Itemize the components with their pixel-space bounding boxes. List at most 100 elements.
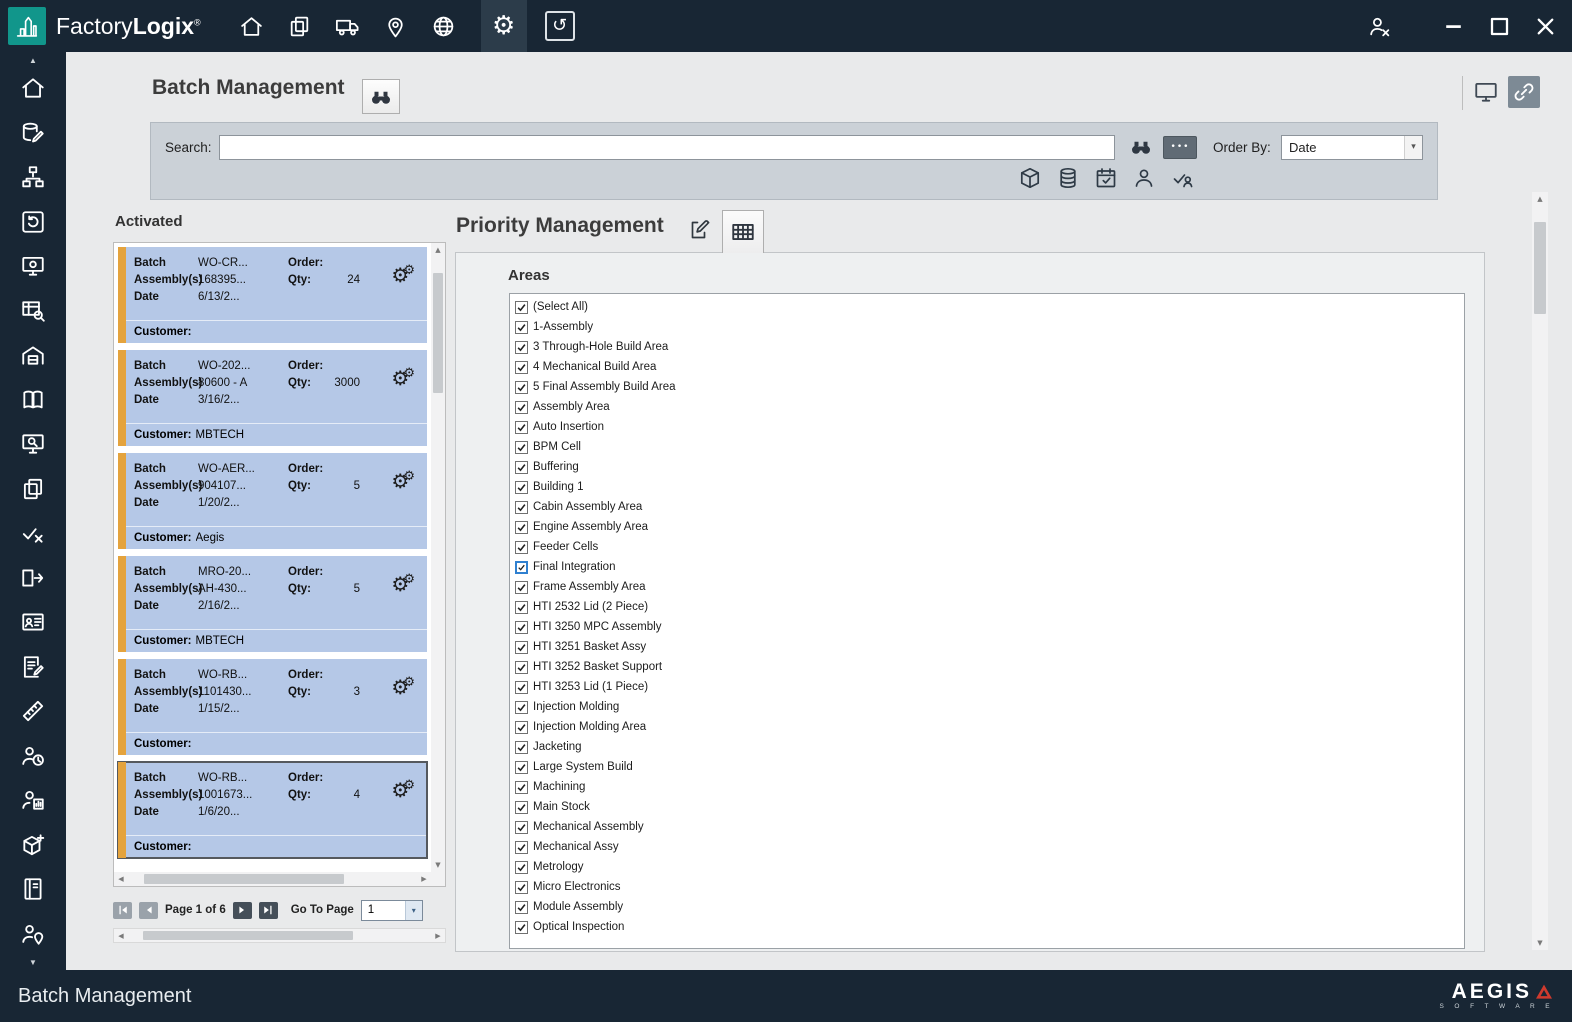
monitor-button[interactable] xyxy=(1470,76,1502,108)
checkbox-checked-icon[interactable] xyxy=(515,721,528,734)
area-row[interactable]: Module Assembly xyxy=(515,897,1464,917)
scroll-down-icon[interactable]: ▼ xyxy=(431,858,445,872)
validate-button[interactable] xyxy=(10,514,56,552)
area-row[interactable]: Frame Assembly Area xyxy=(515,577,1464,597)
pin-button[interactable] xyxy=(383,13,409,39)
scrollbar-thumb[interactable] xyxy=(433,273,443,393)
close-button[interactable] xyxy=(1532,13,1558,39)
measure-button[interactable] xyxy=(10,692,56,730)
book-button[interactable] xyxy=(10,381,56,419)
journal-button[interactable] xyxy=(10,870,56,908)
checkbox-checked-icon[interactable] xyxy=(515,301,528,314)
link-button[interactable] xyxy=(1508,76,1540,108)
checkbox-checked-icon[interactable] xyxy=(515,421,528,434)
checkbox-checked-icon[interactable] xyxy=(515,741,528,754)
checkbox-checked-icon[interactable] xyxy=(515,441,528,454)
search-input[interactable] xyxy=(219,135,1115,160)
sidebar-scroll-up-icon[interactable]: ▲ xyxy=(29,54,37,66)
checkbox-checked-icon[interactable] xyxy=(515,601,528,614)
scroll-right-icon[interactable]: ▶ xyxy=(431,929,445,942)
area-row[interactable]: 5 Final Assembly Build Area xyxy=(515,377,1464,397)
batch-gears-icon[interactable]: ⚙⚙ xyxy=(391,572,415,596)
scroll-left-icon[interactable]: ◀ xyxy=(114,872,128,886)
copy-button[interactable] xyxy=(287,13,313,39)
scroll-up-icon[interactable]: ▲ xyxy=(1532,192,1548,206)
checkbox-checked-icon[interactable] xyxy=(515,921,528,934)
area-row[interactable]: HTI 3251 Basket Assy xyxy=(515,637,1464,657)
monitor-gear-button[interactable] xyxy=(10,247,56,285)
user-remove-button[interactable] xyxy=(1366,13,1392,39)
user-location-button[interactable] xyxy=(10,915,56,953)
area-row[interactable]: 3 Through-Hole Build Area xyxy=(515,337,1464,357)
calendar-check-button[interactable] xyxy=(1093,165,1118,190)
documents-button[interactable] xyxy=(10,470,56,508)
batch-gears-icon[interactable]: ⚙⚙ xyxy=(391,366,415,390)
area-row[interactable]: BPM Cell xyxy=(515,437,1464,457)
package-add-button[interactable] xyxy=(10,826,56,864)
area-row[interactable]: Injection Molding xyxy=(515,697,1464,717)
batch-gears-icon[interactable]: ⚙⚙ xyxy=(391,469,415,493)
checkbox-checked-icon[interactable] xyxy=(515,641,528,654)
document-edit-button[interactable] xyxy=(10,648,56,686)
id-card-button[interactable] xyxy=(10,603,56,641)
batch-card[interactable]: BatchMRO-20...Order: Assembly(s)AH-430..… xyxy=(118,556,427,652)
checkbox-checked-icon[interactable] xyxy=(515,401,528,414)
search-view-tab[interactable] xyxy=(362,79,400,114)
batch-gears-icon[interactable]: ⚙⚙ xyxy=(391,675,415,699)
checkbox-checked-icon[interactable] xyxy=(515,681,528,694)
gear-button[interactable]: ⚙ xyxy=(481,0,527,52)
workflow-button[interactable] xyxy=(10,158,56,196)
checkbox-checked-icon[interactable] xyxy=(515,821,528,834)
area-row[interactable]: Buffering xyxy=(515,457,1464,477)
checkbox-checked-icon[interactable] xyxy=(515,621,528,634)
sidebar-scroll-down-icon[interactable]: ▼ xyxy=(29,956,37,968)
checkbox-checked-icon[interactable] xyxy=(515,761,528,774)
refresh-box-button[interactable] xyxy=(10,203,56,241)
batch-card[interactable]: BatchWO-RB...Order: Assembly(s)1001673..… xyxy=(118,762,427,858)
area-row[interactable]: Main Stock xyxy=(515,797,1464,817)
main-vertical-scrollbar[interactable]: ▲ ▼ xyxy=(1532,192,1548,950)
area-row[interactable]: HTI 3253 Lid (1 Piece) xyxy=(515,677,1464,697)
database-edit-button[interactable] xyxy=(10,114,56,152)
area-row[interactable]: Large System Build xyxy=(515,757,1464,777)
checkbox-checked-icon[interactable] xyxy=(515,581,528,594)
checkbox-checked-icon[interactable] xyxy=(515,481,528,494)
area-row[interactable]: Auto Insertion xyxy=(515,417,1464,437)
checkbox-checked-icon[interactable] xyxy=(515,381,528,394)
scroll-left-icon[interactable]: ◀ xyxy=(114,929,128,942)
order-by-select[interactable]: Date ▾ xyxy=(1281,135,1423,160)
minimize-button[interactable] xyxy=(1440,13,1466,39)
batch-card[interactable]: BatchWO-202...Order: Assembly(s)80600 - … xyxy=(118,350,427,446)
checkbox-checked-icon[interactable] xyxy=(515,701,528,714)
next-page-button[interactable] xyxy=(233,902,252,919)
truck-button[interactable] xyxy=(335,13,361,39)
globe-button[interactable] xyxy=(431,13,457,39)
edit-priority-button[interactable] xyxy=(688,218,714,244)
area-row[interactable]: HTI 2532 Lid (2 Piece) xyxy=(515,597,1464,617)
area-row[interactable]: HTI 3250 MPC Assembly xyxy=(515,617,1464,637)
area-row[interactable]: Jacketing xyxy=(515,737,1464,757)
monitor-search-button[interactable] xyxy=(10,425,56,463)
batch-card[interactable]: BatchWO-RB...Order: Assembly(s)1101430..… xyxy=(118,659,427,755)
batch-gears-icon[interactable]: ⚙⚙ xyxy=(391,263,415,287)
area-row[interactable]: Metrology xyxy=(515,857,1464,877)
area-row[interactable]: Mechanical Assembly xyxy=(515,817,1464,837)
package-button[interactable] xyxy=(1017,165,1042,190)
area-row[interactable]: Assembly Area xyxy=(515,397,1464,417)
area-row[interactable]: 4 Mechanical Build Area xyxy=(515,357,1464,377)
checkbox-checked-icon[interactable] xyxy=(515,521,528,534)
scroll-down-icon[interactable]: ▼ xyxy=(1532,936,1548,950)
area-row[interactable]: Injection Molding Area xyxy=(515,717,1464,737)
batch-list-vertical-scrollbar[interactable]: ▲ ▼ xyxy=(431,243,445,872)
checkbox-checked-icon[interactable] xyxy=(515,501,528,514)
area-row[interactable]: Mechanical Assy xyxy=(515,837,1464,857)
checkbox-checked-icon[interactable] xyxy=(515,321,528,334)
last-page-button[interactable] xyxy=(259,902,278,919)
scroll-right-icon[interactable]: ▶ xyxy=(417,872,431,886)
search-binoculars-button[interactable] xyxy=(1127,134,1155,160)
area-row[interactable]: Cabin Assembly Area xyxy=(515,497,1464,517)
checkbox-checked-icon[interactable] xyxy=(515,881,528,894)
table-search-button[interactable] xyxy=(10,292,56,330)
prev-page-button[interactable] xyxy=(139,902,158,919)
user-chart-button[interactable] xyxy=(10,781,56,819)
